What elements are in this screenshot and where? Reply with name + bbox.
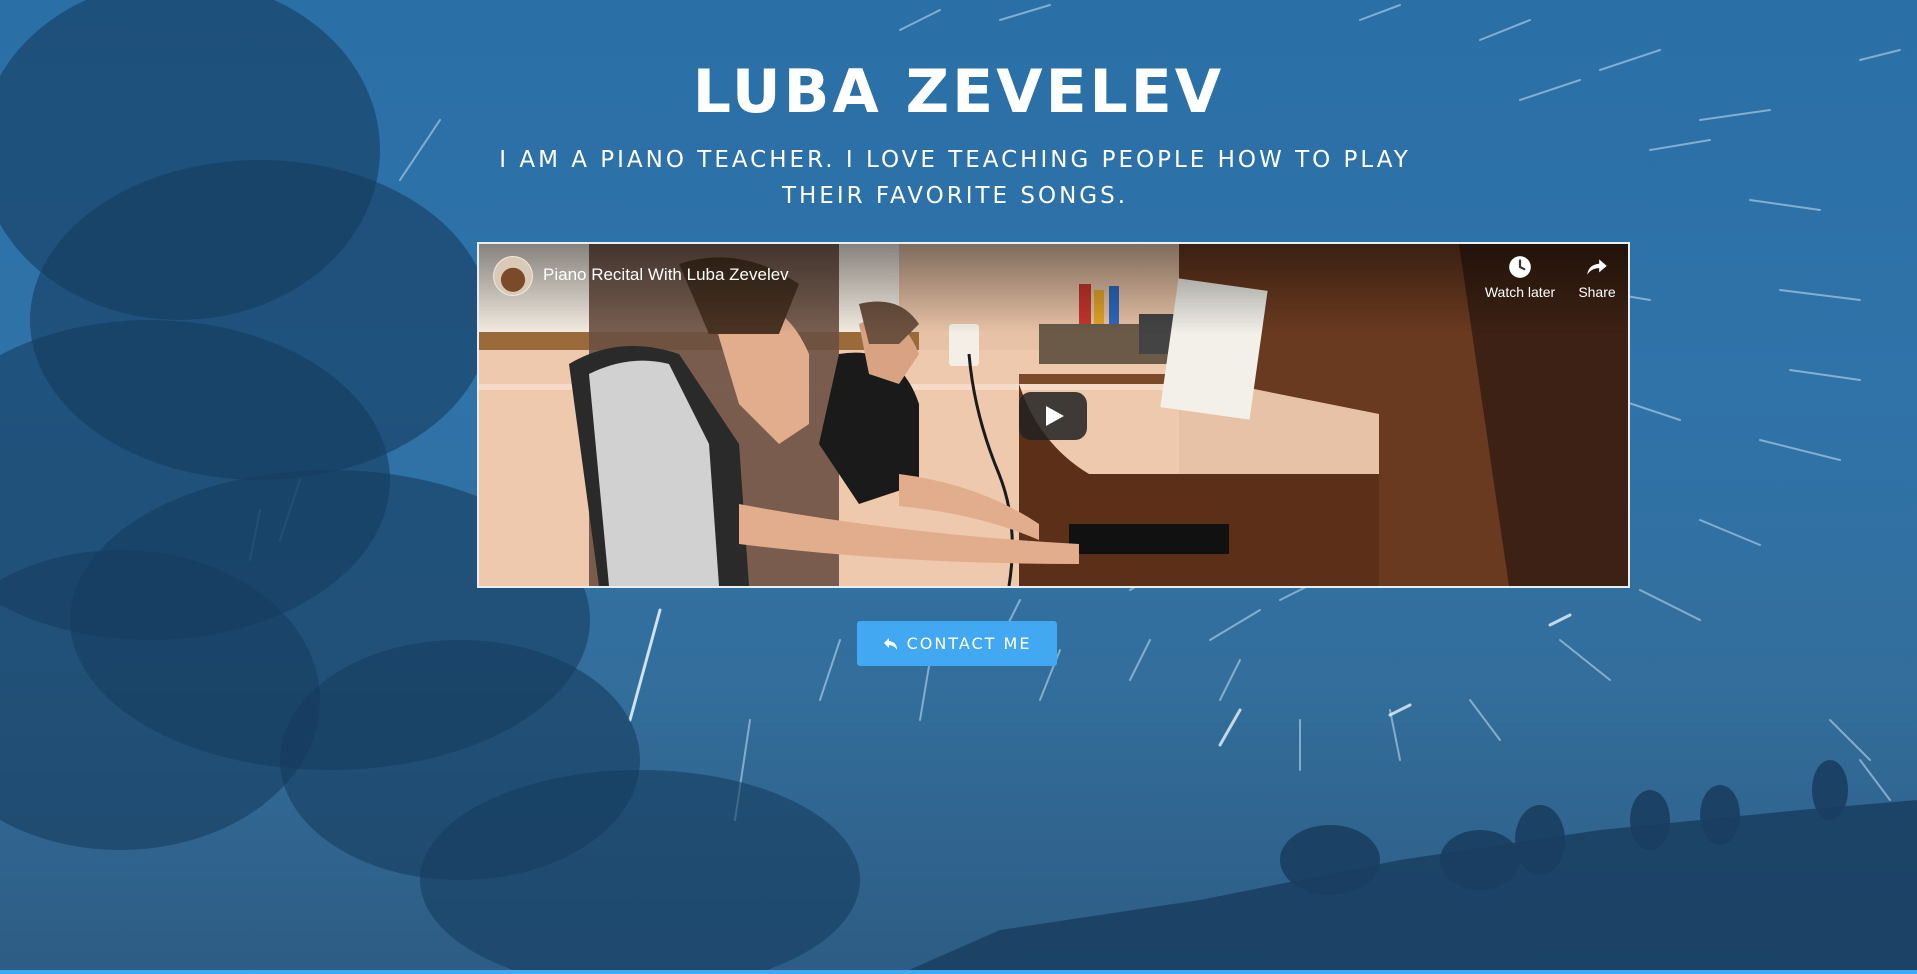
reply-icon xyxy=(883,637,897,650)
contact-me-button[interactable]: CONTACT ME xyxy=(857,621,1057,666)
play-icon[interactable] xyxy=(1019,392,1087,440)
contact-me-label: CONTACT ME xyxy=(906,634,1032,653)
share-icon xyxy=(1587,259,1607,275)
bottom-accent-bar xyxy=(0,970,1917,974)
watch-later-button[interactable]: Watch later xyxy=(1478,254,1562,300)
share-label: Share xyxy=(1578,284,1616,300)
page-title: LUBA ZEVELEV xyxy=(692,57,1225,127)
watch-later-label: Watch later xyxy=(1484,284,1556,300)
video-embed[interactable]: Piano Recital With Luba Zevelev Watch la… xyxy=(477,242,1630,588)
video-title[interactable]: Piano Recital With Luba Zevelev xyxy=(543,265,789,285)
share-button[interactable]: Share xyxy=(1567,254,1627,300)
tagline: I am a piano teacher. I love teaching pe… xyxy=(499,147,1411,209)
video-header-overlay xyxy=(479,244,1628,334)
channel-avatar[interactable] xyxy=(493,256,533,296)
clock-icon xyxy=(1509,256,1531,278)
